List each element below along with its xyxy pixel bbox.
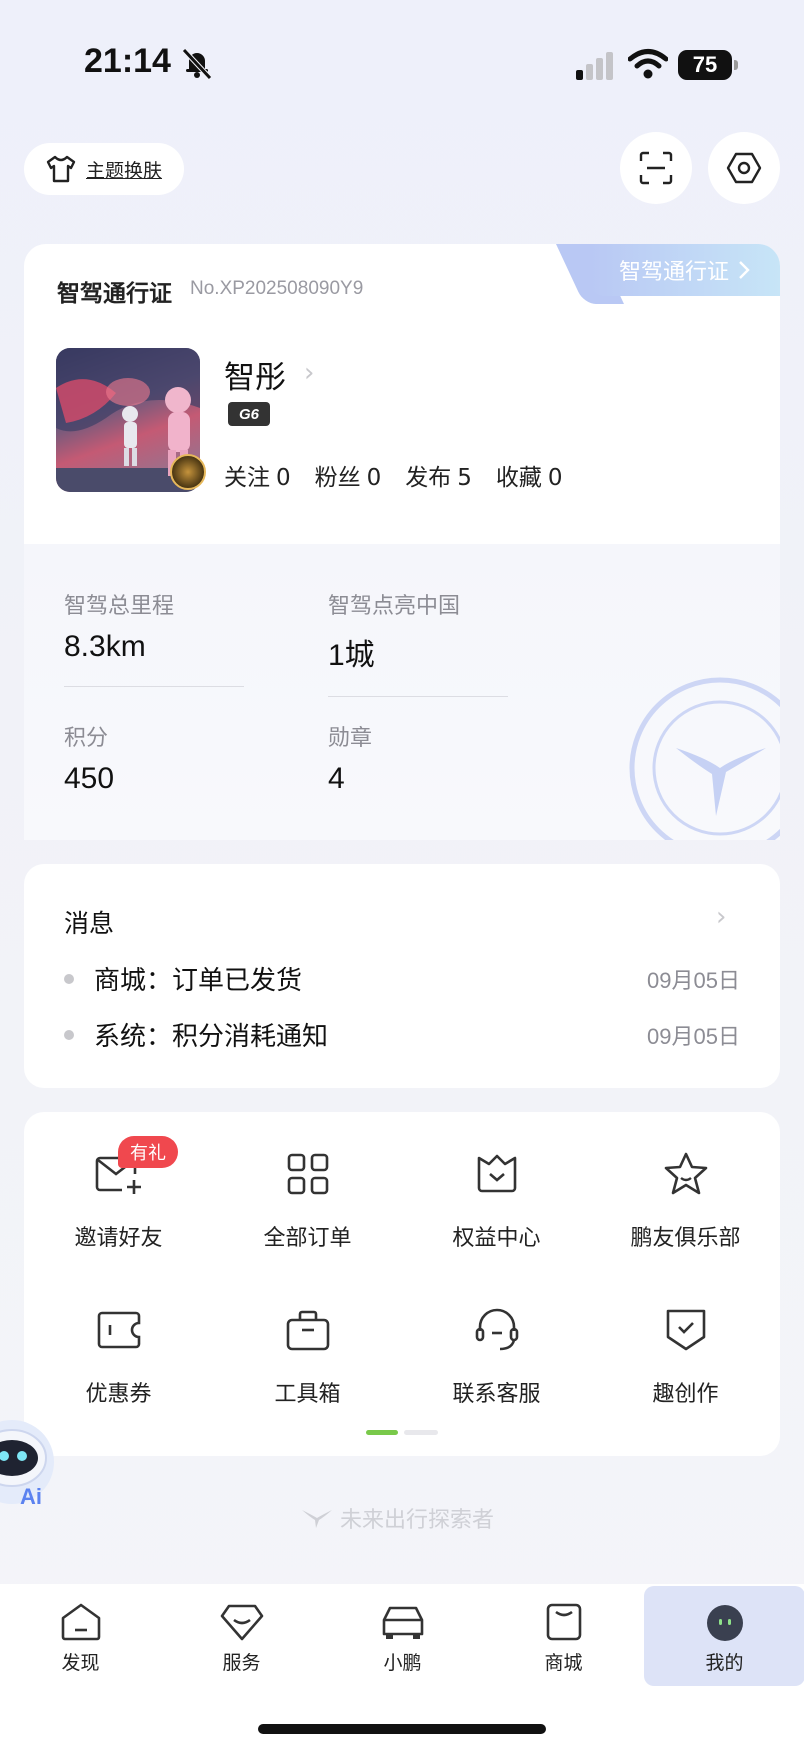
message-item[interactable]: 系统：积分消耗通知 09月05日 — [64, 1016, 740, 1053]
coupon-icon — [97, 1311, 140, 1349]
shortcut-all-orders[interactable]: 全部订单 — [213, 1148, 402, 1252]
theme-skin-button[interactable]: 主题换肤 — [24, 143, 184, 195]
ai-assistant-button[interactable]: Ai — [0, 1412, 58, 1516]
tab-service[interactable]: 服务 — [161, 1586, 322, 1686]
shortcut-benefits-center[interactable]: 权益中心 — [402, 1148, 591, 1252]
bullet-icon — [64, 973, 74, 984]
passport-title: 智驾通行证 — [57, 281, 172, 307]
diamond-icon — [220, 1604, 263, 1641]
avatar-badge-icon — [170, 454, 206, 490]
message-item[interactable]: 商城：订单已发货 09月05日 — [64, 960, 740, 997]
tab-discover[interactable]: 发现 — [0, 1586, 161, 1686]
shopping-bag-icon — [546, 1603, 581, 1641]
tab-xiaopeng[interactable]: 小鹏 — [322, 1586, 483, 1686]
slogan: 未来出行探索者 — [300, 1502, 494, 1534]
tshirt-icon — [46, 155, 76, 183]
car-icon — [382, 1606, 423, 1639]
scan-icon — [639, 151, 673, 185]
divider — [64, 686, 244, 687]
scan-button[interactable] — [620, 132, 692, 204]
messages-title: 消息 — [64, 909, 115, 938]
car-model-tag: G6 — [228, 402, 270, 426]
stat-following[interactable]: 关注 0 — [224, 458, 291, 492]
tab-me[interactable]: 我的 — [644, 1586, 804, 1686]
metric-cities[interactable]: 智驾点亮中国 1城 — [328, 588, 508, 697]
shortcut-toolbox[interactable]: 工具箱 — [213, 1304, 402, 1408]
theme-skin-label: 主题换肤 — [86, 159, 163, 182]
page-indicator-active — [366, 1430, 398, 1435]
metric-mileage[interactable]: 智驾总里程 8.3km — [64, 588, 244, 687]
shortcut-customer-service[interactable]: 联系客服 — [402, 1304, 591, 1408]
cell-signal-icon — [576, 52, 613, 80]
passport-tab-label: 智驾通行证 — [618, 260, 729, 285]
stat-posts[interactable]: 发布 5 — [405, 458, 472, 492]
toolbox-icon — [286, 1310, 329, 1351]
silent-bell-icon — [182, 48, 212, 80]
grid-icon — [287, 1153, 328, 1195]
wifi-icon — [628, 49, 668, 79]
username[interactable]: 智彤 — [224, 352, 286, 397]
tab-mall[interactable]: 商城 — [483, 1586, 644, 1686]
battery-indicator: 75 — [678, 50, 738, 80]
xpeng-logo-icon — [302, 1510, 332, 1528]
home-indicator[interactable] — [258, 1724, 546, 1734]
divider — [328, 696, 508, 697]
profile-chevron-icon[interactable]: › — [304, 358, 314, 388]
home-icon — [61, 1603, 100, 1641]
social-stats: 关注 0 粉丝 0 发布 5 收藏 0 — [224, 458, 563, 492]
messages-chevron-icon[interactable]: › — [716, 902, 726, 932]
shortcut-creation[interactable]: 趣创作 — [591, 1304, 780, 1408]
shield-check-icon — [666, 1309, 705, 1351]
page-indicator[interactable] — [404, 1430, 438, 1435]
stat-followers[interactable]: 粉丝 0 — [315, 458, 382, 492]
stat-favorites[interactable]: 收藏 0 — [496, 458, 563, 492]
crown-box-icon — [477, 1154, 516, 1193]
shortcut-coupons[interactable]: 优惠券 — [24, 1304, 213, 1408]
ai-label: Ai — [20, 1484, 42, 1509]
xpeng-passport-stamp-icon — [629, 677, 780, 840]
profile-robot-icon — [706, 1605, 743, 1641]
bullet-icon — [64, 1029, 74, 1040]
chevron-right-icon — [739, 261, 750, 279]
metric-medals[interactable]: 勋章 4 — [328, 720, 372, 796]
status-time: 21:14 — [84, 42, 171, 80]
star-icon — [664, 1152, 707, 1195]
shortcut-club[interactable]: 鹏友俱乐部 — [591, 1148, 780, 1252]
passport-tab-button[interactable]: 智驾通行证 — [590, 244, 780, 296]
headset-icon — [475, 1308, 518, 1351]
passport-number: No.XP202508090Y9 — [190, 278, 364, 299]
settings-button[interactable] — [708, 132, 780, 204]
gear-icon — [726, 152, 762, 184]
gift-badge: 有礼 — [118, 1136, 178, 1168]
metric-points[interactable]: 积分 450 — [64, 720, 114, 796]
